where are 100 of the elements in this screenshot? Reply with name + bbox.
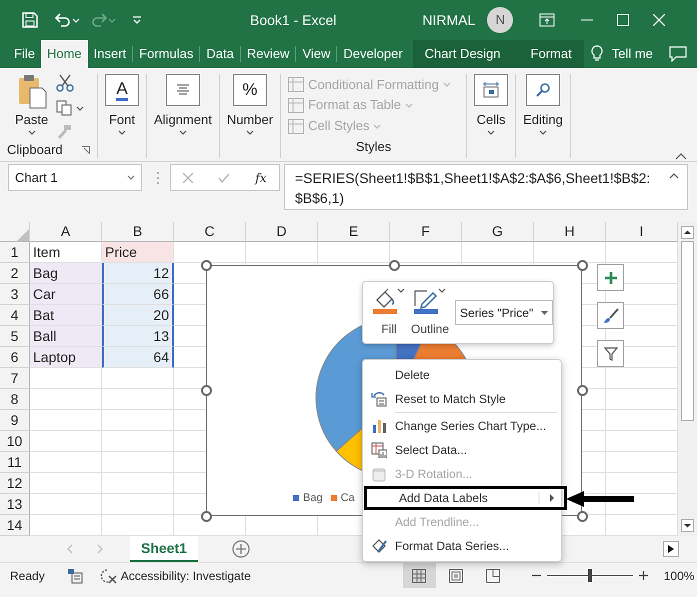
resize-handle[interactable] (201, 511, 212, 522)
row-header[interactable]: 6 (0, 347, 30, 368)
ribbon-tab[interactable]: Data (200, 40, 240, 68)
column-header[interactable]: H (534, 222, 606, 242)
scrollbar-thumb[interactable] (681, 241, 694, 421)
menu-item[interactable]: Add Data Labels (364, 486, 567, 510)
resize-handle[interactable] (577, 260, 588, 271)
close-icon[interactable] (653, 14, 666, 26)
ribbon-display-icon[interactable] (539, 13, 556, 27)
ribbon-tab[interactable]: Developer (337, 40, 409, 68)
caret-icon[interactable] (397, 288, 405, 293)
ribbon-tab[interactable]: Insert (88, 40, 132, 68)
zoom-in-icon[interactable] (638, 571, 648, 580)
caret-icon[interactable] (487, 130, 496, 134)
zoom-slider-thumb[interactable] (588, 569, 592, 582)
ribbon-button[interactable]: Alignment (154, 74, 212, 134)
row-header[interactable]: 5 (0, 326, 30, 347)
paste-button[interactable]: Paste (15, 74, 48, 140)
add-sheet-icon[interactable] (232, 540, 250, 558)
collapse-formula-icon[interactable] (669, 173, 679, 179)
fill-button[interactable]: Fill (373, 288, 405, 338)
menu-item[interactable]: Select Data... (363, 438, 561, 462)
row-header[interactable]: 8 (0, 389, 30, 410)
ribbon-button[interactable]: % Number (226, 74, 274, 134)
resize-handle[interactable] (577, 385, 588, 396)
macro-recorder-icon[interactable] (66, 568, 83, 584)
collapse-ribbon-icon[interactable] (675, 152, 687, 160)
column-header[interactable]: A (30, 222, 102, 242)
chart-styles-button[interactable] (597, 302, 624, 329)
scroll-up-button[interactable] (681, 226, 694, 239)
caret-icon[interactable] (118, 130, 126, 134)
row-header[interactable]: 12 (0, 473, 30, 494)
resize-handle[interactable] (201, 385, 212, 396)
row-header[interactable]: 3 (0, 284, 30, 305)
lightbulb-icon[interactable] (590, 45, 604, 63)
column-header[interactable]: G (462, 222, 534, 242)
column-header[interactable]: B (102, 222, 174, 242)
insert-function-button[interactable]: fx (255, 168, 267, 186)
row-header[interactable]: 7 (0, 368, 30, 389)
row-header[interactable]: 13 (0, 494, 30, 515)
ribbon-tab[interactable]: Format (524, 40, 578, 68)
arrow-annotation (566, 491, 634, 507)
caret-icon[interactable] (28, 130, 36, 134)
ribbon-button[interactable]: Editing (523, 74, 563, 134)
undo-icon[interactable] (54, 12, 72, 28)
caret-icon[interactable] (438, 288, 446, 293)
row-header[interactable]: 9 (0, 410, 30, 431)
caret-icon[interactable] (246, 130, 254, 134)
ribbon-tab[interactable]: Formulas (133, 40, 200, 68)
column-header[interactable]: I (606, 222, 678, 242)
accessibility-icon[interactable] (98, 568, 117, 584)
menu-item[interactable]: Change Series Chart Type... (363, 414, 561, 438)
zoom-level[interactable]: 100% (664, 566, 694, 584)
menu-item[interactable]: Format Data Series... (363, 534, 561, 558)
row-header[interactable]: 1 (0, 242, 30, 263)
scroll-down-button[interactable] (681, 519, 694, 532)
user-avatar[interactable]: N (487, 7, 514, 33)
outline-button[interactable]: Outline (411, 288, 450, 338)
row-header[interactable]: 10 (0, 431, 30, 452)
caret-icon[interactable] (178, 130, 187, 134)
chart-elements-button[interactable] (597, 264, 624, 291)
maximize-icon[interactable] (617, 14, 630, 26)
ribbon-tab[interactable]: Review (240, 40, 296, 68)
caret-icon[interactable] (541, 310, 548, 314)
chart-filters-button[interactable] (597, 340, 624, 367)
resize-handle[interactable] (577, 511, 588, 522)
caret-icon[interactable] (538, 130, 547, 134)
copy-icon[interactable] (56, 100, 72, 116)
scroll-right-button[interactable] (663, 541, 679, 557)
column-header[interactable]: D (246, 222, 318, 242)
search-icon (534, 82, 551, 98)
ribbon-tab[interactable]: View (296, 40, 336, 68)
cut-icon[interactable] (56, 74, 74, 92)
name-box[interactable]: Chart 1 (8, 164, 142, 191)
save-icon[interactable] (22, 12, 38, 28)
caret-icon[interactable] (127, 175, 135, 180)
accessibility-status[interactable]: Accessibility: Investigate (120, 566, 251, 584)
sheet-tab[interactable]: Sheet1 (130, 536, 198, 562)
dialog-launcher-icon[interactable] (82, 146, 90, 154)
column-header[interactable]: E (318, 222, 390, 242)
column-header[interactable]: F (390, 222, 462, 242)
ribbon-tab[interactable]: File (8, 40, 41, 68)
customize-icon[interactable] (132, 15, 142, 25)
row-header[interactable]: 14 (0, 515, 30, 536)
series-dropdown[interactable]: Series "Price" (455, 300, 554, 325)
menu-item[interactable]: Delete (363, 363, 561, 387)
menu-item[interactable]: Reset to Match Style (363, 387, 561, 411)
normal-view-button[interactable] (402, 563, 436, 588)
caret-icon[interactable] (76, 106, 84, 110)
comment-icon[interactable] (669, 46, 687, 62)
drag-handle-icon[interactable] (156, 171, 160, 185)
column-header[interactable]: C (174, 222, 246, 242)
row-header[interactable]: 2 (0, 263, 30, 284)
tell-me-search[interactable]: Tell me (612, 44, 653, 64)
ribbon-tab[interactable]: Chart Design (418, 40, 507, 68)
row-header[interactable]: 11 (0, 452, 30, 473)
ribbon-tab[interactable]: Home (40, 40, 88, 68)
resize-handle[interactable] (389, 260, 400, 271)
row-header[interactable]: 4 (0, 305, 30, 326)
resize-handle[interactable] (201, 260, 212, 271)
